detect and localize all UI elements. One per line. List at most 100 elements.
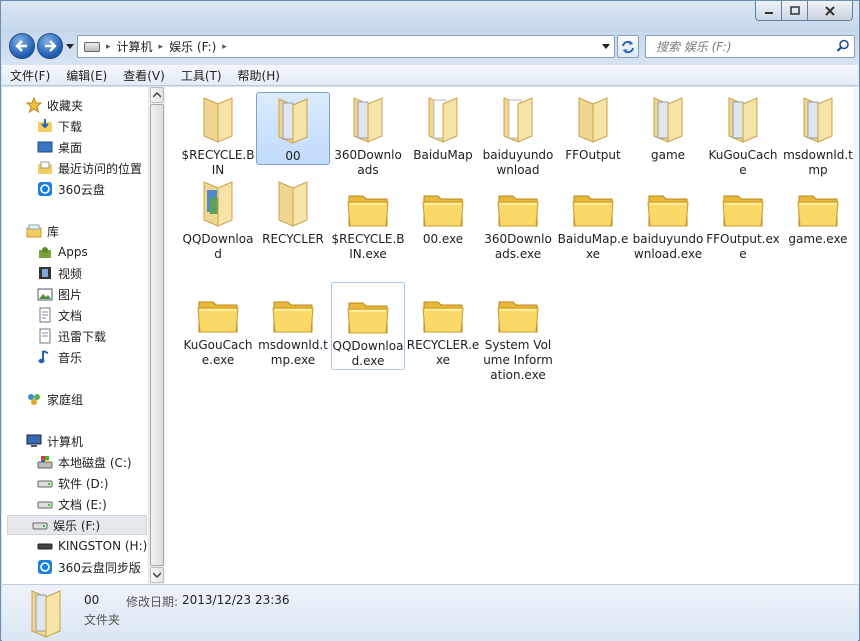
file-item-label: baiduyundownload.exe bbox=[632, 232, 704, 261]
drive-icon bbox=[32, 517, 48, 533]
nav-item-desktop[interactable]: 桌面 bbox=[37, 137, 82, 157]
arrow-left-icon bbox=[15, 40, 27, 52]
nav-item-apps[interactable]: Apps bbox=[37, 242, 88, 262]
breadcrumb-computer[interactable]: 计算机 bbox=[117, 38, 153, 55]
nav-item-label: 音乐 bbox=[58, 350, 83, 365]
folder-exe-icon bbox=[494, 176, 542, 228]
file-item[interactable]: System Volume Information.exe bbox=[481, 282, 555, 383]
breadcrumb-separator-icon[interactable]: ▸ bbox=[159, 42, 164, 52]
file-item[interactable]: $RECYCLE.BIN.exe bbox=[331, 176, 405, 262]
menu-tools[interactable]: 工具(T) bbox=[173, 67, 230, 84]
address-history-dropdown-icon[interactable] bbox=[602, 44, 610, 49]
nav-item-videos[interactable]: 视频 bbox=[37, 263, 82, 283]
nav-item-label: 本地磁盘 (C:) bbox=[58, 455, 132, 470]
file-item[interactable]: KuGouCache.exe bbox=[181, 282, 255, 368]
nav-item-drive-h[interactable]: KINGSTON (H:) bbox=[37, 536, 147, 556]
file-item[interactable]: 00 bbox=[256, 92, 330, 165]
file-item-label: QQDownload bbox=[182, 232, 254, 261]
scroll-thumb[interactable] bbox=[150, 104, 164, 566]
file-item[interactable]: $RECYCLE.BIN bbox=[181, 92, 255, 178]
file-item[interactable]: RECYCLER bbox=[256, 176, 330, 247]
file-item-label: QQDownload.exe bbox=[332, 339, 404, 368]
folder-exe-icon bbox=[569, 176, 617, 228]
file-item[interactable]: game bbox=[631, 92, 705, 163]
document-icon bbox=[37, 307, 53, 323]
folder-exe-icon bbox=[419, 282, 467, 334]
nav-item-label: 视频 bbox=[58, 266, 83, 281]
file-item[interactable]: 360Downloads.exe bbox=[481, 176, 555, 262]
file-item[interactable]: RECYCLER.exe bbox=[406, 282, 480, 368]
nav-item-drive-d[interactable]: 软件 (D:) bbox=[37, 473, 108, 493]
close-button[interactable] bbox=[808, 1, 853, 21]
file-item[interactable]: FFOutput.exe bbox=[706, 176, 780, 262]
nav-item-downloads[interactable]: 下载 bbox=[37, 116, 82, 136]
breadcrumb-separator-icon[interactable]: ▸ bbox=[222, 42, 227, 52]
nav-item-drive-f[interactable]: 娱乐 (F:) bbox=[7, 515, 147, 535]
folder-plain-icon bbox=[569, 92, 617, 144]
nav-item-documents[interactable]: 文档 bbox=[37, 305, 82, 325]
nav-item-drive-c[interactable]: 本地磁盘 (C:) bbox=[37, 452, 132, 472]
folder-docs-icon bbox=[344, 92, 392, 144]
file-item[interactable]: FFOutput bbox=[556, 92, 630, 163]
file-item-label: KuGouCache.exe bbox=[183, 338, 253, 367]
search-icon[interactable] bbox=[836, 39, 850, 53]
nav-item-label: 360云盘 bbox=[58, 182, 105, 197]
search-input[interactable]: 搜索 娱乐 (F:) bbox=[645, 35, 855, 58]
address-bar[interactable]: ▸ 计算机 ▸ 娱乐 (F:) ▸ bbox=[77, 35, 615, 58]
breadcrumb-separator-icon[interactable]: ▸ bbox=[106, 42, 111, 52]
menu-file[interactable]: 文件(F) bbox=[2, 67, 58, 84]
file-item-label: 00 bbox=[285, 149, 301, 163]
nav-item-thunder[interactable]: 迅雷下载 bbox=[37, 326, 106, 346]
folder-exe-icon bbox=[794, 176, 842, 228]
back-button[interactable] bbox=[9, 33, 35, 59]
menu-edit[interactable]: 编辑(E) bbox=[58, 67, 115, 84]
nav-computer-label: 计算机 bbox=[47, 434, 84, 449]
file-item[interactable]: game.exe bbox=[781, 176, 855, 247]
file-item[interactable]: BaiduMap bbox=[406, 92, 480, 163]
forward-button[interactable] bbox=[37, 33, 63, 59]
nav-item-drive-e[interactable]: 文档 (E:) bbox=[37, 494, 107, 514]
breadcrumb-drive[interactable]: 娱乐 (F:) bbox=[169, 38, 216, 55]
nav-homegroup[interactable]: 家庭组 bbox=[26, 389, 83, 409]
nav-item-music[interactable]: 音乐 bbox=[37, 347, 82, 367]
menu-help[interactable]: 帮助(H) bbox=[230, 67, 288, 84]
folder-plain-icon bbox=[194, 92, 242, 144]
maximize-button[interactable] bbox=[782, 1, 808, 21]
nav-item-pictures[interactable]: 图片 bbox=[37, 284, 82, 304]
nav-computer[interactable]: 计算机 bbox=[26, 431, 83, 451]
recent-places-icon bbox=[37, 160, 53, 176]
recent-pages-dropdown[interactable] bbox=[66, 42, 74, 50]
nav-item-label: 图片 bbox=[58, 287, 83, 302]
nav-scrollbar[interactable] bbox=[148, 87, 165, 584]
file-item[interactable]: KuGouCache bbox=[706, 92, 780, 178]
details-item-name: 00 bbox=[84, 593, 100, 607]
refresh-button[interactable] bbox=[617, 35, 639, 58]
scroll-up-button[interactable] bbox=[150, 87, 164, 103]
file-item[interactable]: QQDownload bbox=[181, 176, 255, 262]
file-item[interactable]: msdownld.tmp.exe bbox=[256, 282, 330, 368]
file-item[interactable]: 360Downloads bbox=[331, 92, 405, 178]
file-item-label: $RECYCLE.BIN bbox=[181, 148, 255, 177]
file-item[interactable]: BaiduMap.exe bbox=[556, 176, 630, 262]
menu-view[interactable]: 查看(V) bbox=[115, 67, 173, 84]
nav-item-recent[interactable]: 最近访问的位置 bbox=[37, 158, 142, 178]
nav-libraries[interactable]: 库 bbox=[26, 221, 59, 241]
file-item-label: 00.exe bbox=[422, 232, 464, 246]
file-item[interactable]: msdownld.tmp bbox=[781, 92, 855, 178]
file-item-label: $RECYCLE.BIN.exe bbox=[331, 232, 405, 261]
search-placeholder: 搜索 娱乐 (F:) bbox=[656, 40, 732, 54]
nav-favorites[interactable]: 收藏夹 bbox=[26, 95, 83, 115]
nav-item-360cloud[interactable]: 360云盘 bbox=[37, 179, 105, 199]
file-item[interactable]: QQDownload.exe bbox=[331, 282, 405, 370]
file-item[interactable]: baiduyundownload bbox=[481, 92, 555, 178]
maximize-icon bbox=[789, 6, 800, 15]
minimize-button[interactable] bbox=[755, 1, 782, 21]
folder-docs-icon bbox=[719, 92, 767, 144]
scroll-down-button[interactable] bbox=[150, 567, 164, 583]
nav-item-360sync[interactable]: 360云盘同步版 bbox=[37, 557, 141, 577]
file-item[interactable]: baiduyundownload.exe bbox=[631, 176, 705, 262]
file-item-label: msdownld.tmp bbox=[783, 148, 853, 177]
chevron-up-icon bbox=[153, 92, 161, 98]
file-item[interactable]: 00.exe bbox=[406, 176, 480, 247]
music-note-icon bbox=[37, 349, 53, 365]
